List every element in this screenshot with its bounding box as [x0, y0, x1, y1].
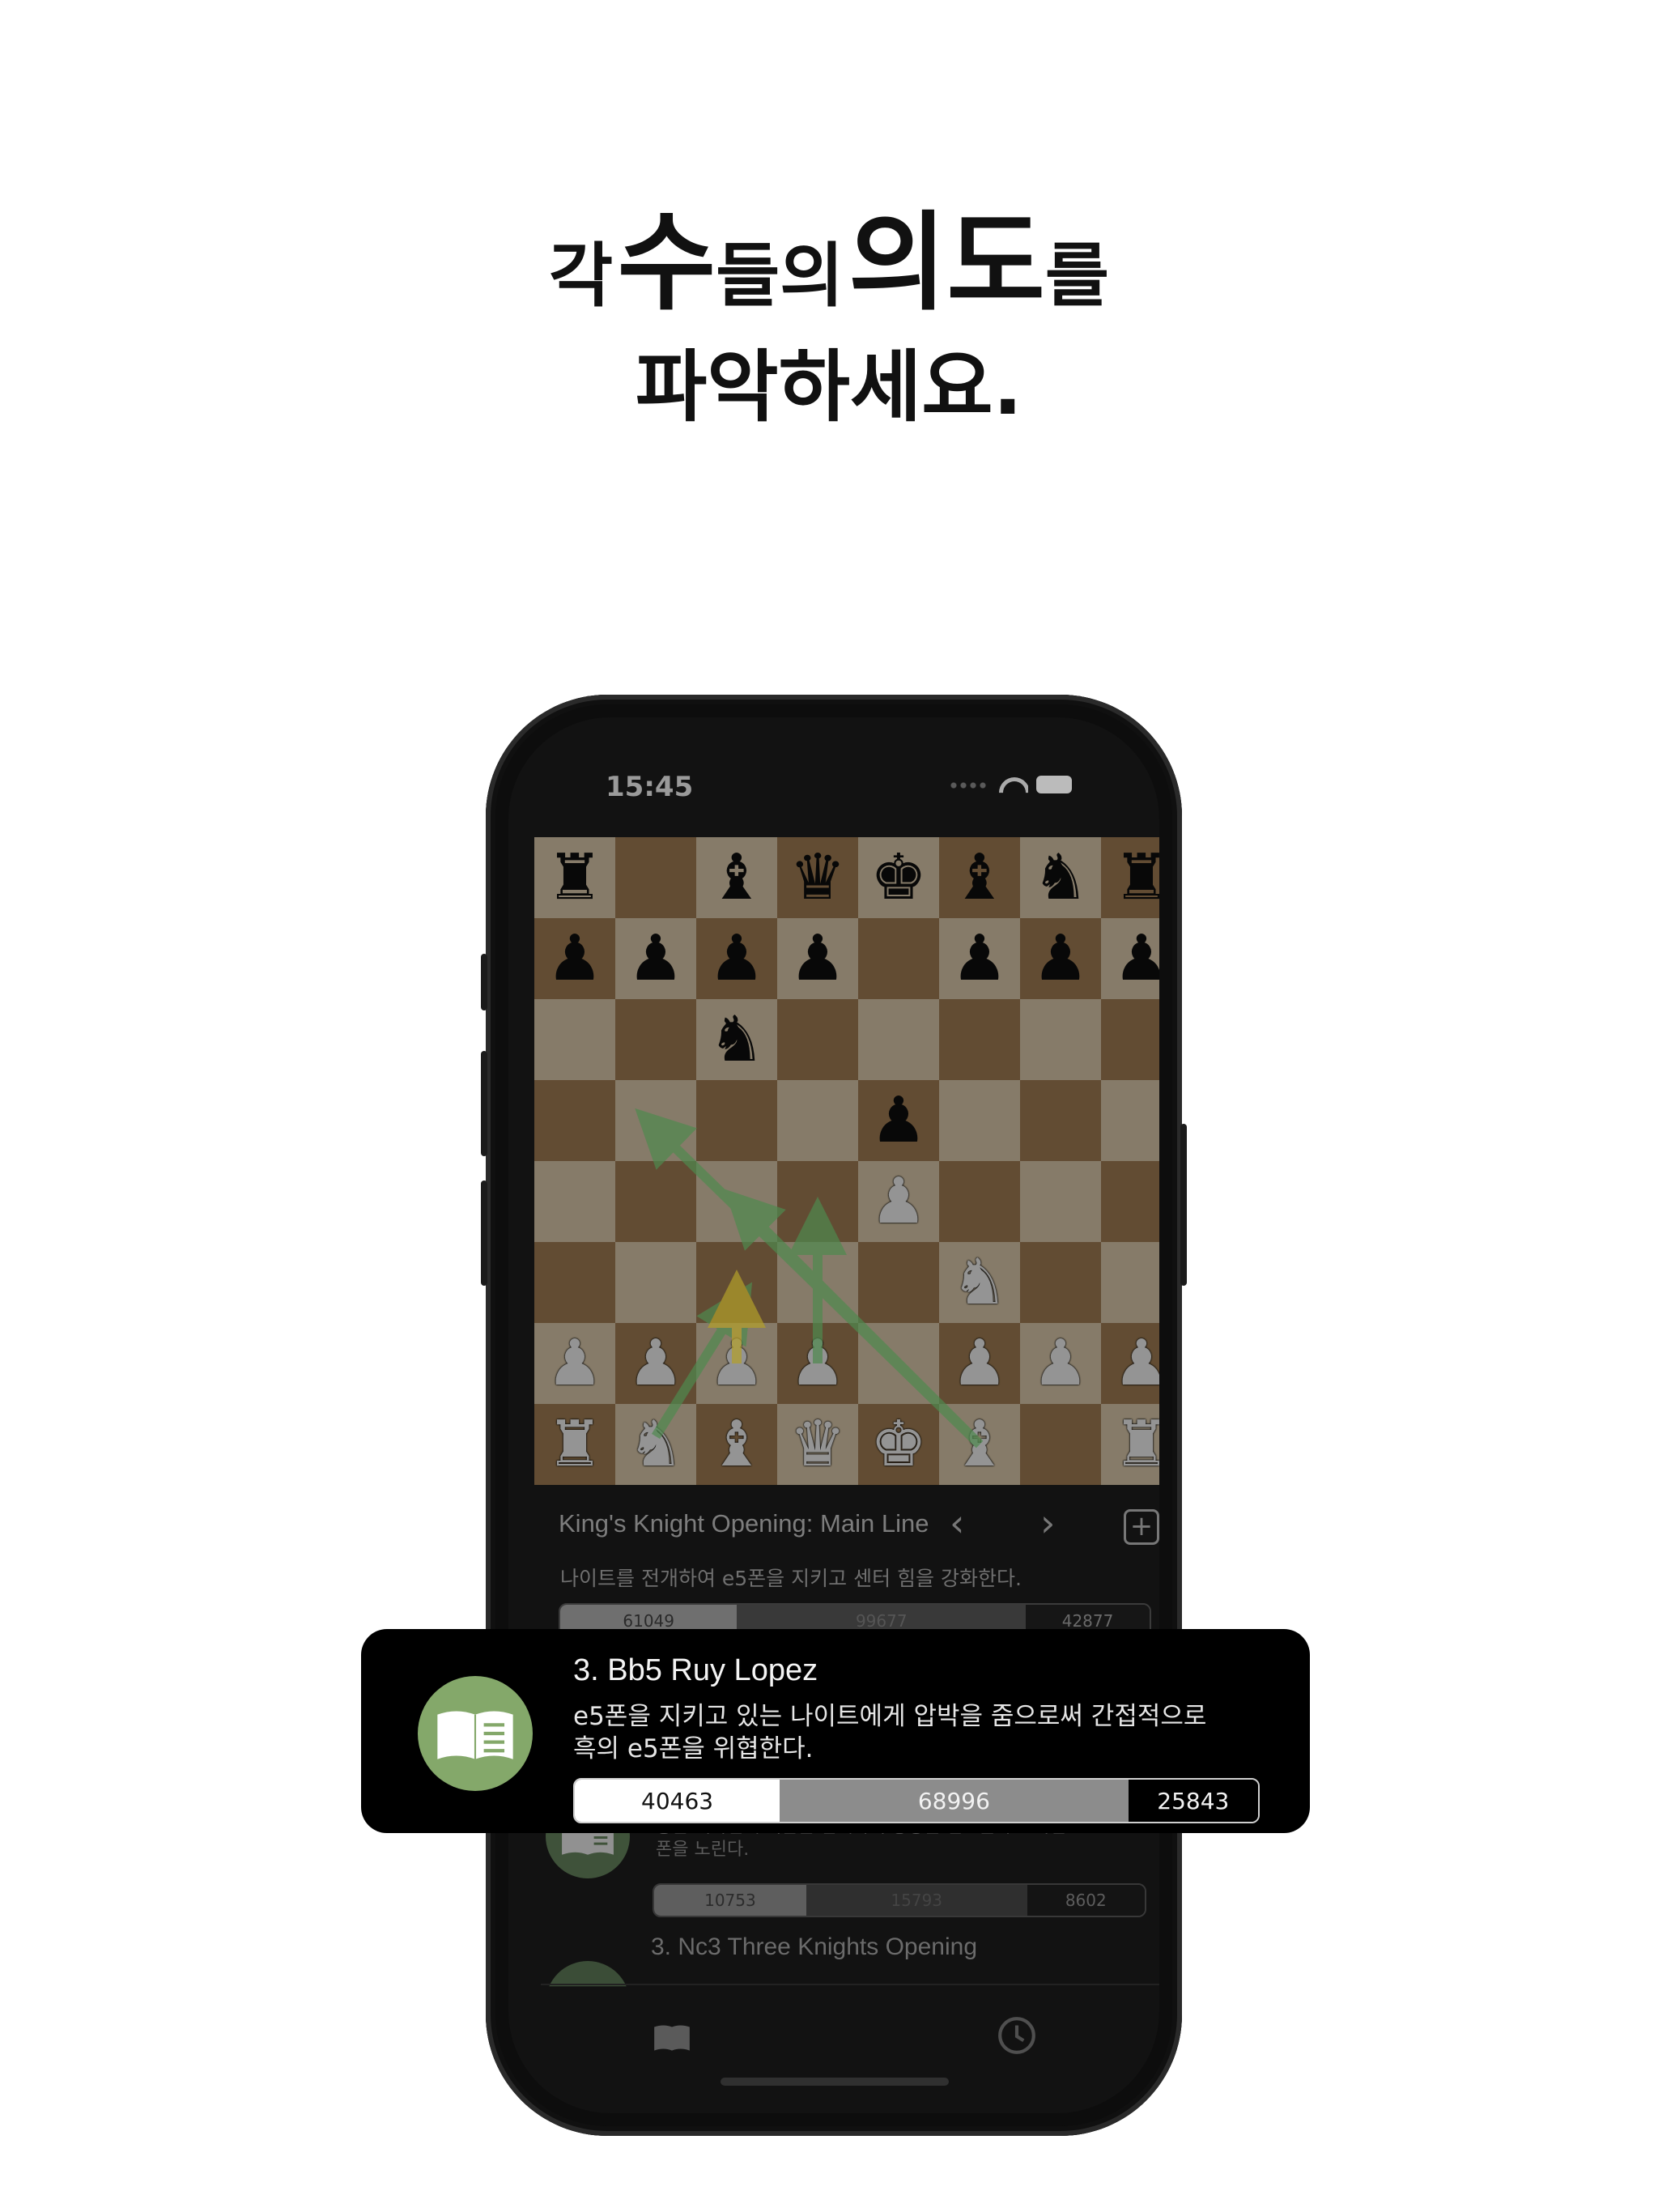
draws: 15793	[806, 1885, 1027, 1916]
headline-line-2: 파악하세요.	[635, 342, 1023, 432]
headline-word: 를	[1044, 236, 1109, 317]
power-button	[1180, 1124, 1187, 1286]
plus-square-icon[interactable]: +	[1124, 1509, 1159, 1545]
book-icon	[437, 1711, 513, 1759]
mute-switch	[481, 954, 487, 1010]
arrow-bc4	[724, 1189, 984, 1448]
wifi-icon	[999, 772, 1028, 795]
opening-nav: ‹ ›	[950, 1501, 1144, 1545]
arrow-nc3	[651, 1282, 753, 1440]
clock-icon[interactable]	[996, 2014, 1038, 2057]
phone-frame: 15:45 ♜♝♛♚♝♞♜♟♟♟♟♟♟♟♞♟♟♞♟♟♟♟♟♟♟♜♞♝♛♚♝♜ K…	[481, 695, 1187, 2136]
headline-line-1: 각 수들의 의도를	[0, 202, 1658, 324]
move-icon	[546, 1961, 630, 1987]
move-title[interactable]: 3. Nc3 Three Knights Opening	[651, 1933, 977, 1961]
status-time: 15:45	[606, 771, 694, 803]
black-wins: 25843	[1128, 1780, 1258, 1822]
signal-icon	[949, 782, 988, 789]
battery-icon	[1036, 776, 1072, 793]
status-icons	[949, 772, 1078, 797]
phone-screen: 15:45 ♜♝♛♚♝♞♜♟♟♟♟♟♟♟♞♟♟♞♟♟♟♟♟♟♟♜♞♝♛♚♝♜ K…	[508, 717, 1159, 2113]
volume-up-button	[481, 1051, 487, 1156]
headline-word-emphasis: 의도	[848, 201, 1045, 325]
opening-name: King's Knight Opening: Main Line	[559, 1509, 929, 1538]
home-indicator	[721, 2078, 949, 2086]
headline-word: 각	[549, 236, 614, 317]
chevron-right-icon[interactable]: ›	[1040, 1501, 1055, 1545]
move-result-bar: 40463 68996 25843	[573, 1778, 1260, 1823]
move-description: e5폰을 지키고 있는 나이트에게 압박을 줌으로써 간접적으로 흑의 e5폰을…	[573, 1702, 1207, 1763]
headline-word-emphasis: 수	[617, 201, 716, 325]
move-card-highlight[interactable]: 3. Bb5 Ruy Lopez e5폰을 지키고 있는 나이트에게 압박을 줌…	[361, 1629, 1310, 1833]
draws: 68996	[780, 1780, 1129, 1822]
chevron-left-icon[interactable]: ‹	[950, 1501, 964, 1545]
headline-word: 들의	[716, 236, 844, 317]
move-result-bar: 10753 15793 8602	[653, 1883, 1146, 1917]
tabbar-divider	[541, 1984, 1159, 1985]
book-icon[interactable]	[651, 2016, 693, 2058]
move-title: 3. Bb5 Ruy Lopez	[573, 1653, 818, 1687]
move-arrows	[635, 1108, 984, 1448]
opening-description: 나이트를 전개하여 e5폰을 지키고 센터 힘을 강화한다.	[560, 1567, 1022, 1590]
white-wins: 10753	[654, 1885, 806, 1916]
move-icon	[418, 1676, 533, 1791]
volume-down-button	[481, 1180, 487, 1286]
black-wins: 8602	[1027, 1885, 1145, 1916]
white-wins: 40463	[575, 1780, 780, 1822]
